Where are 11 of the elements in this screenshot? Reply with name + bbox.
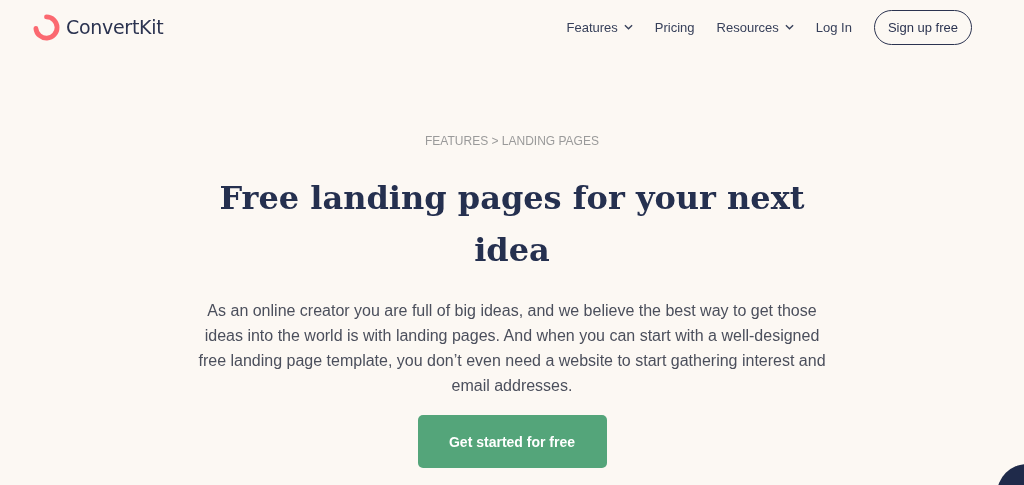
logo-icon [33,13,60,41]
nav-link[interactable]: Resources [716,19,794,35]
nav-link[interactable]: Log In [815,19,852,35]
hero-title: Free landing pages for your next idea [218,178,806,271]
breadcrumb: FEATURES > LANDING PAGES [425,134,599,148]
logo[interactable]: ConvertKit [66,16,164,38]
caret-icon [784,24,794,30]
nav-link[interactable]: Features [566,19,633,35]
caret-icon [623,24,633,30]
hero-description: As an online creator you are full of big ideas, and we believe the best way to get those ideas into the world is with landing pages. And when you can start with a well-designed free landing page template, you don’t even need a website to start gathering interest and email addresses. [197,301,827,396]
nav-link[interactable]: Pricing [654,19,695,35]
